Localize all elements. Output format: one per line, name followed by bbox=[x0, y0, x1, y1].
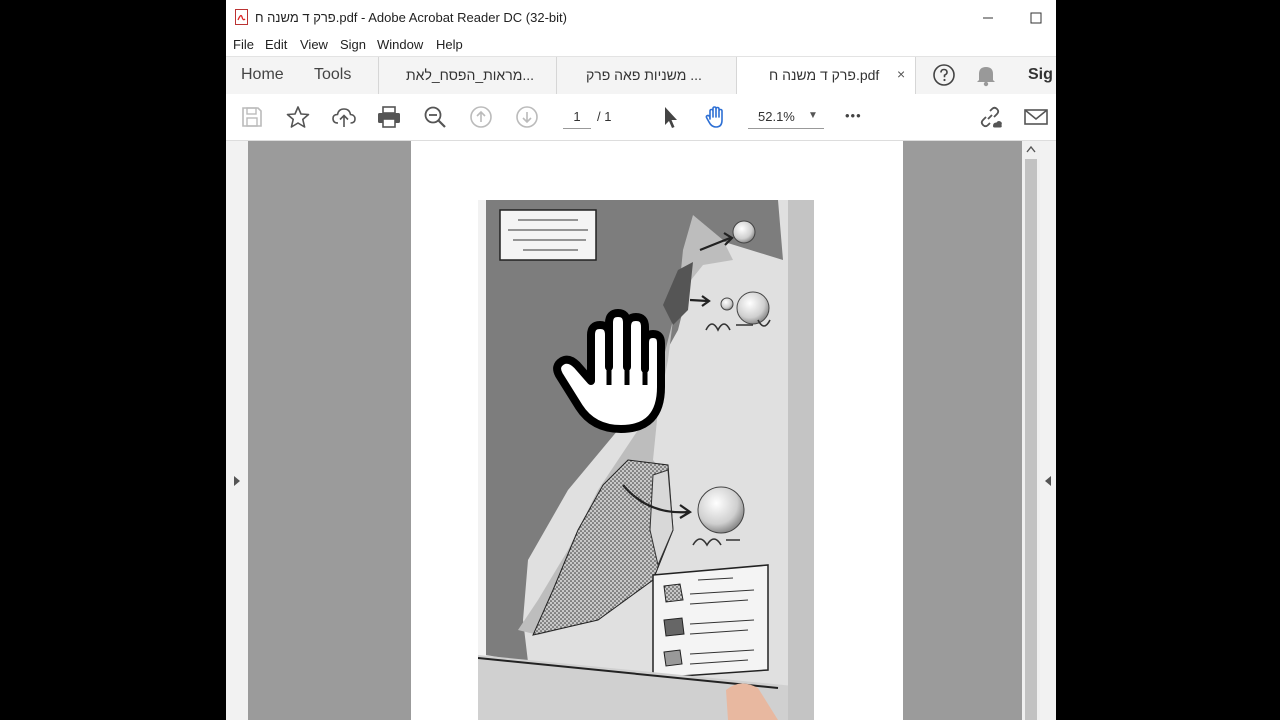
select-pointer-icon[interactable] bbox=[658, 104, 684, 130]
close-tab-icon[interactable]: × bbox=[897, 66, 905, 82]
tab-home[interactable]: Home bbox=[241, 66, 284, 84]
israel-map-image bbox=[478, 200, 814, 720]
minimize-icon[interactable] bbox=[978, 9, 998, 27]
email-icon[interactable] bbox=[1023, 104, 1049, 130]
tab-document-2[interactable]: משניות פאה פרק ... bbox=[556, 57, 737, 94]
menu-help[interactable]: Help bbox=[436, 37, 463, 52]
tab-document-2-label: משניות פאה פרק ... bbox=[586, 67, 702, 83]
menu-sign[interactable]: Sign bbox=[340, 37, 366, 52]
tab-tools[interactable]: Tools bbox=[314, 66, 351, 84]
window-title: פרק ד משנה ח.pdf - Adobe Acrobat Reader … bbox=[255, 10, 567, 25]
chevron-right-icon bbox=[234, 476, 240, 486]
map-photo bbox=[478, 200, 814, 720]
page-number-input[interactable]: 1 bbox=[563, 106, 591, 129]
main-toolbar: 1 / 1 52.1% ▼ ••• bbox=[226, 94, 1056, 141]
tab-sign-in[interactable]: Sig bbox=[1028, 66, 1053, 84]
scroll-up-icon[interactable] bbox=[1026, 145, 1036, 153]
page-total: / 1 bbox=[597, 109, 612, 124]
vertical-scrollbar[interactable] bbox=[1022, 141, 1040, 720]
menu-edit[interactable]: Edit bbox=[265, 37, 287, 52]
save-icon[interactable] bbox=[239, 104, 265, 130]
page-up-icon[interactable] bbox=[468, 104, 494, 130]
menu-bar: File Edit View Sign Window Help bbox=[226, 35, 1056, 55]
tab-document-active-label: פרק ד משנה ח.pdf bbox=[769, 67, 880, 83]
title-bar: פרק ד משנה ח.pdf - Adobe Acrobat Reader … bbox=[226, 0, 1056, 35]
upload-cloud-icon[interactable] bbox=[331, 104, 357, 130]
tab-document-1-label: מראות_הפסח_לאת... bbox=[406, 67, 534, 83]
print-icon[interactable] bbox=[376, 104, 402, 130]
menu-view[interactable]: View bbox=[300, 37, 328, 52]
pdf-file-icon bbox=[235, 9, 248, 25]
tab-document-1[interactable]: מראות_הפסח_לאת... bbox=[378, 57, 557, 94]
zoom-value: 52.1% bbox=[758, 109, 795, 124]
share-link-icon[interactable] bbox=[977, 104, 1003, 130]
zoom-out-icon[interactable] bbox=[422, 104, 448, 130]
left-panel-toggle[interactable] bbox=[226, 141, 248, 720]
chevron-down-icon: ▼ bbox=[808, 110, 818, 121]
more-icon[interactable]: ••• bbox=[845, 108, 862, 123]
menu-file[interactable]: File bbox=[233, 37, 254, 52]
notification-bell-icon[interactable] bbox=[975, 63, 997, 87]
page-down-icon[interactable] bbox=[514, 104, 540, 130]
tab-document-active[interactable]: פרק ד משנה ח.pdf × bbox=[736, 57, 916, 95]
hand-cursor-icon bbox=[553, 309, 665, 433]
hand-tool-icon[interactable] bbox=[703, 104, 729, 130]
scrollbar-thumb[interactable] bbox=[1025, 159, 1037, 720]
bookmark-star-icon[interactable] bbox=[285, 104, 311, 130]
menu-window[interactable]: Window bbox=[377, 37, 423, 52]
chevron-left-icon bbox=[1045, 476, 1051, 486]
zoom-select[interactable]: 52.1% ▼ bbox=[748, 106, 824, 129]
right-panel-toggle[interactable] bbox=[1040, 141, 1056, 720]
tab-bar: Home Tools מראות_הפסח_לאת... משניות פאה … bbox=[226, 56, 1056, 95]
help-icon[interactable] bbox=[932, 63, 956, 87]
maximize-icon[interactable] bbox=[1026, 9, 1046, 27]
